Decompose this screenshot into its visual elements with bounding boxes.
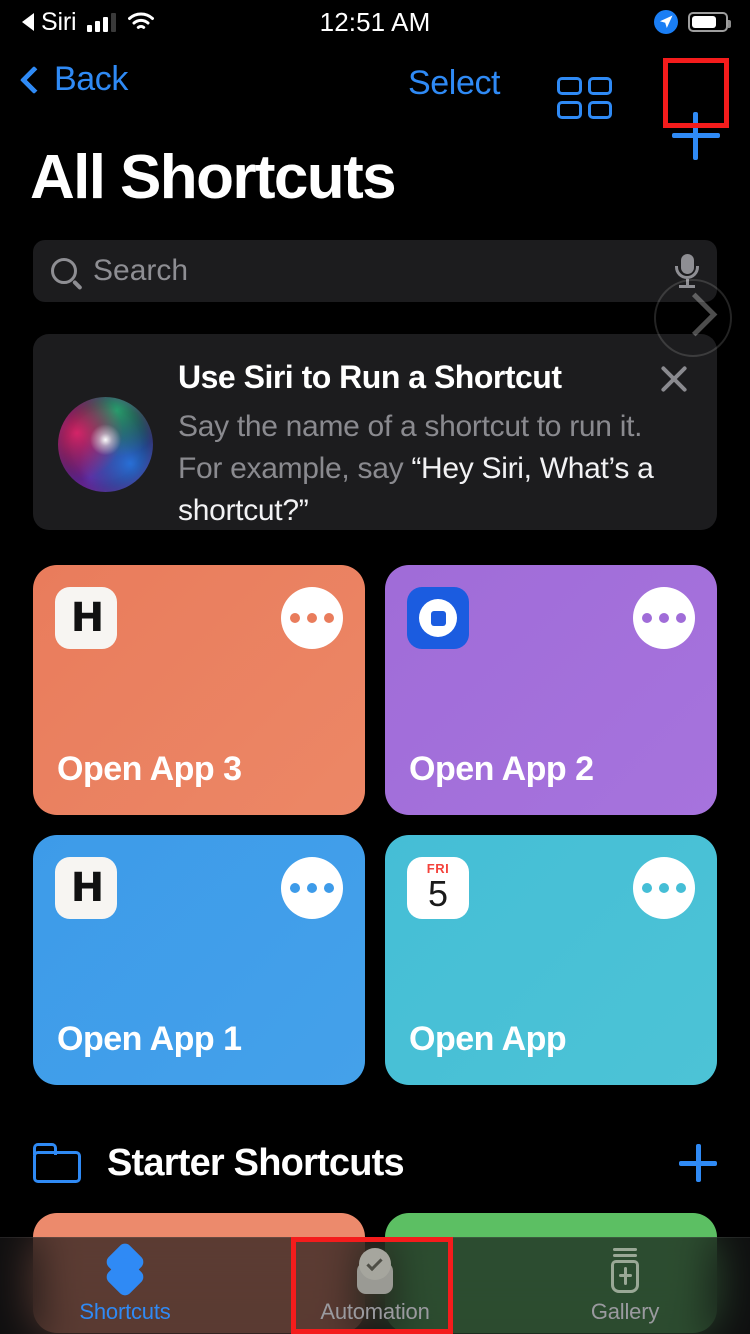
more-options-icon[interactable] [281, 857, 343, 919]
more-options-icon[interactable] [281, 587, 343, 649]
shortcuts-grid: H Open App 3 Open App 2 H Open App 1 FRI [33, 565, 717, 1085]
siri-banner-body: Say the name of a shortcut to run it. Fo… [178, 406, 658, 532]
section-title: Starter Shortcuts [107, 1141, 405, 1184]
grid-view-icon[interactable] [557, 77, 612, 119]
shortcut-name: Open App 1 [57, 1020, 242, 1058]
status-bar-clock: 12:51 AM [319, 6, 431, 37]
shortcuts-stack-icon [100, 1240, 150, 1298]
tab-gallery[interactable]: Gallery [500, 1238, 750, 1334]
back-button[interactable]: Back [19, 60, 128, 99]
chevron-right-circle-icon[interactable] [654, 279, 732, 357]
hulu-app-icon: H [55, 587, 117, 649]
search-icon [51, 258, 77, 284]
gallery-jar-icon [600, 1247, 650, 1294]
select-button[interactable]: Select [408, 64, 501, 103]
hulu-app-icon: H [55, 857, 117, 919]
calendar-app-icon: FRI 5 [407, 857, 469, 919]
tab-automation[interactable]: Automation [250, 1238, 500, 1334]
shortcut-card[interactable]: H Open App 3 [33, 565, 365, 815]
siri-banner-title: Use Siri to Run a Shortcut [178, 359, 562, 395]
tab-shortcuts-label: Shortcuts [79, 1298, 171, 1324]
tab-gallery-label: Gallery [590, 1298, 660, 1324]
search-placeholder: Search [93, 254, 189, 287]
bluesky-app-icon [407, 587, 469, 649]
shortcut-card[interactable]: Open App 2 [385, 565, 717, 815]
tab-automation-label: Automation [320, 1298, 430, 1324]
shortcut-name: Open App 3 [57, 750, 242, 788]
more-options-icon[interactable] [633, 587, 695, 649]
page-title: All Shortcuts [30, 143, 397, 212]
close-icon[interactable] [657, 362, 691, 396]
shortcut-name: Open App [409, 1020, 567, 1058]
navigation-bar: Back Select [0, 52, 750, 160]
chevron-left-icon [19, 65, 49, 94]
automation-clock-icon [350, 1247, 400, 1294]
more-options-icon[interactable] [633, 857, 695, 919]
shortcut-card[interactable]: H Open App 1 [33, 835, 365, 1085]
status-bar: Siri 12:51 AM [0, 0, 750, 44]
app-glyph-letter: H [70, 865, 105, 911]
siri-orb-icon [58, 397, 153, 492]
starter-shortcuts-section-header: Starter Shortcuts [33, 1133, 717, 1193]
siri-tip-banner: Use Siri to Run a Shortcut Say the name … [33, 334, 717, 530]
add-to-folder-button[interactable] [679, 1144, 717, 1182]
folder-icon [33, 1143, 81, 1183]
shortcut-name: Open App 2 [409, 750, 594, 788]
search-field[interactable]: Search [33, 240, 717, 302]
app-glyph-letter: H [70, 595, 105, 641]
battery-icon [688, 12, 731, 32]
add-shortcut-button[interactable] [672, 112, 720, 160]
shortcuts-app-screen: Siri 12:51 AM Back Select All Shortcuts … [0, 0, 750, 1334]
shortcut-card[interactable]: FRI 5 Open App [385, 835, 717, 1085]
tab-bar: Shortcuts Automation Gallery [0, 1237, 750, 1334]
back-button-label: Back [54, 60, 128, 98]
calendar-day: 5 [427, 873, 449, 914]
tab-shortcuts[interactable]: Shortcuts [0, 1238, 250, 1334]
